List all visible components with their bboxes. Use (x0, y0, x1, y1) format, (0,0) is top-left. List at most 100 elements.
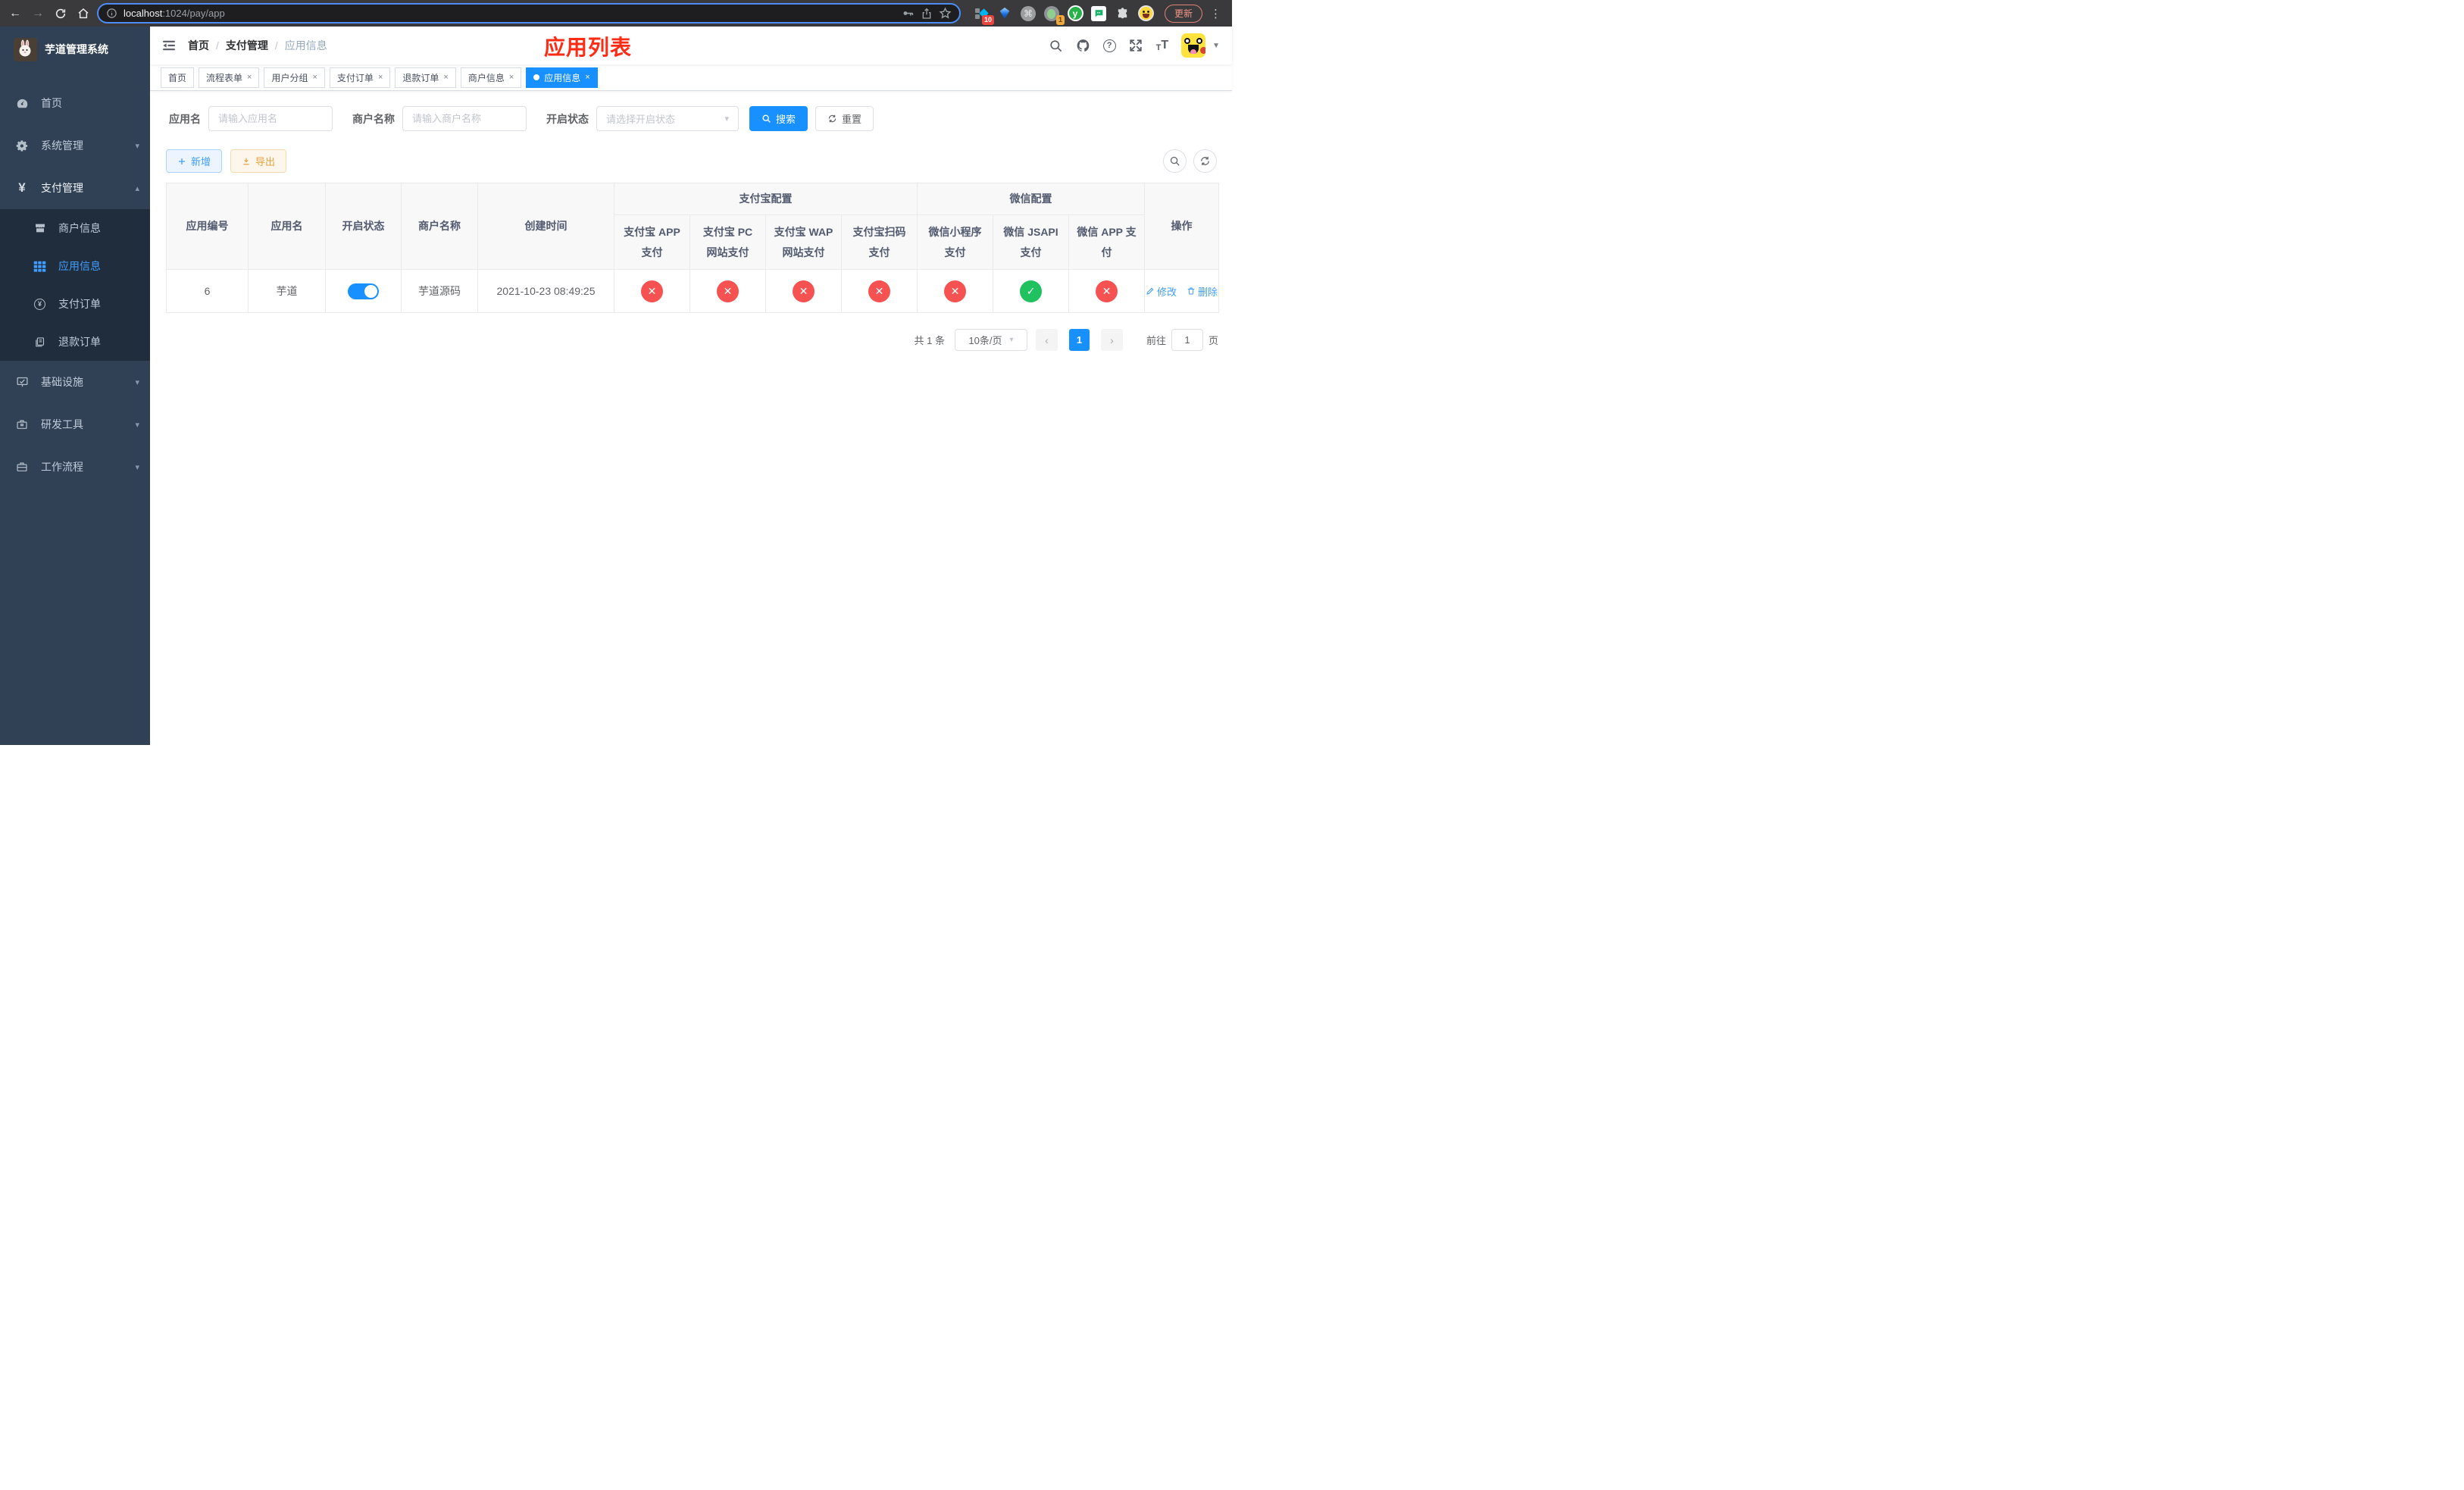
search-button[interactable]: 搜索 (749, 106, 808, 131)
extension-blocks-icon[interactable]: 10 (973, 5, 994, 25)
extension-command-icon[interactable]: ⌘ (1020, 5, 1037, 22)
goto-label: 前往 (1146, 335, 1166, 346)
tab-close-icon[interactable]: × (443, 73, 448, 82)
chevron-down-icon: ▾ (1009, 336, 1014, 344)
profile-emoji-icon[interactable] (1137, 5, 1154, 22)
tab-label: 用户分组 (271, 72, 308, 83)
edit-pen-icon (1146, 286, 1155, 296)
sidebar-item-refund-orders[interactable]: 退款订单 (0, 323, 150, 361)
extension-dot-icon[interactable]: 1 (1043, 5, 1065, 25)
payment-submenu: 商户信息 应用信息 ¥ 支付订单 退款订单 (0, 209, 150, 361)
total-count: 共 1 条 (914, 335, 945, 346)
help-icon[interactable]: ? (1102, 39, 1116, 52)
tab-close-icon[interactable]: × (585, 73, 589, 82)
merchant-name-input[interactable] (402, 106, 527, 131)
avatar-caret-icon[interactable]: ▼ (1212, 42, 1220, 50)
extensions-puzzle-icon[interactable] (1114, 5, 1130, 22)
share-icon[interactable] (921, 8, 933, 20)
next-page-button[interactable]: › (1100, 329, 1123, 351)
page-info-icon[interactable] (106, 8, 117, 19)
extension-gem-icon[interactable] (996, 5, 1013, 22)
tab-pay-orders[interactable]: 支付订单 × (329, 67, 391, 88)
top-navbar: 首页 / 支付管理 / 应用信息 应用列表 ? TT ▼ (150, 27, 1232, 64)
sidebar-item-workflow[interactable]: 工作流程 ▾ (0, 446, 150, 488)
status-select[interactable]: 请选择开启状态 ▾ (596, 106, 739, 131)
browser-back-button[interactable]: ← (6, 5, 24, 23)
sidebar-item-pay-orders[interactable]: ¥ 支付订单 (0, 285, 150, 323)
tab-label: 商户信息 (467, 72, 505, 83)
app-title: 芋道管理系统 (45, 43, 108, 55)
page-size-select[interactable]: 10条/页 ▾ (954, 329, 1027, 351)
extension-chat-icon[interactable] (1090, 5, 1107, 22)
goto-page-input[interactable] (1171, 329, 1203, 351)
sidebar-item-system[interactable]: 系统管理 ▾ (0, 124, 150, 167)
sidebar-item-label: 研发工具 (41, 418, 83, 430)
github-icon[interactable] (1076, 39, 1090, 53)
breadcrumb-home[interactable]: 首页 (188, 38, 209, 53)
yen-icon: ¥ (18, 180, 26, 195)
breadcrumb: 首页 / 支付管理 / 应用信息 (188, 38, 327, 53)
browser-update-button[interactable]: 更新 (1165, 4, 1203, 23)
tab-close-icon[interactable]: × (312, 73, 317, 82)
add-button[interactable]: 新增 (166, 149, 223, 173)
browser-forward-button[interactable]: → (29, 5, 47, 23)
refresh-table-button[interactable] (1193, 149, 1217, 173)
sidebar-item-app-info[interactable]: 应用信息 (0, 247, 150, 285)
sidebar-item-label: 应用信息 (58, 260, 101, 272)
pagination: 共 1 条 10条/页 ▾ ‹ 1 › 前往 页 (166, 329, 1218, 351)
chevron-down-icon: ▾ (724, 114, 729, 124)
app-name-input[interactable] (208, 106, 333, 131)
chevron-down-icon: ▾ (135, 377, 139, 387)
briefcase-icon (15, 461, 29, 473)
sidebar-item-merchant-info[interactable]: 商户信息 (0, 209, 150, 247)
url-text: localhost:1024/pay/app (124, 7, 225, 19)
grid-table-icon (33, 261, 46, 272)
tab-home[interactable]: 首页 (161, 67, 195, 88)
edit-link[interactable]: 修改 (1146, 284, 1177, 299)
breadcrumb-payment[interactable]: 支付管理 (226, 38, 268, 53)
col-header-wechat-app: 微信 APP 支付 (1068, 214, 1146, 270)
dashboard-icon (15, 97, 29, 110)
group-header-wechat: 微信配置 (916, 183, 1146, 215)
sidebar-item-payment[interactable]: ¥ 支付管理 ▴ (0, 167, 150, 209)
fullscreen-icon[interactable] (1129, 39, 1143, 53)
tab-process-form[interactable]: 流程表单 × (199, 67, 260, 88)
col-header-alipay-wap: 支付宝 WAP 网站支付 (765, 214, 842, 270)
tab-close-icon[interactable]: × (247, 73, 252, 82)
tab-merchant-info[interactable]: 商户信息 × (460, 67, 522, 88)
sidebar-item-dev-tools[interactable]: 研发工具 ▾ (0, 403, 150, 446)
tab-close-icon[interactable]: × (378, 73, 383, 82)
extension-yudao-icon[interactable]: y (1067, 5, 1083, 22)
status-toggle[interactable] (348, 283, 379, 299)
sidebar-item-label: 支付订单 (58, 298, 101, 310)
tab-user-group[interactable]: 用户分组 × (264, 67, 325, 88)
tab-app-info[interactable]: 应用信息 × (526, 67, 598, 88)
reset-button[interactable]: 重置 (815, 106, 874, 131)
sidebar-item-home[interactable]: 首页 (0, 82, 150, 124)
export-button[interactable]: 导出 (230, 149, 287, 173)
delete-link[interactable]: 删除 (1187, 284, 1218, 299)
tab-refund-orders[interactable]: 退款订单 × (395, 67, 456, 88)
sidebar-item-label: 支付管理 (41, 182, 83, 194)
password-key-icon[interactable] (902, 7, 915, 20)
sidebar-item-infra[interactable]: 基础设施 ▾ (0, 361, 150, 403)
bookmark-star-icon[interactable] (939, 7, 952, 20)
user-avatar[interactable] (1181, 33, 1206, 58)
sidebar-collapse-icon[interactable] (161, 38, 177, 53)
prev-page-button[interactable]: ‹ (1035, 329, 1058, 351)
status-label: 开启状态 (546, 112, 589, 125)
sidebar-logo[interactable]: 芋道管理系统 (0, 30, 150, 68)
browser-home-button[interactable] (74, 5, 92, 23)
sidebar-item-label: 商户信息 (58, 222, 101, 234)
logo-rabbit-avatar (14, 37, 37, 61)
browser-menu-icon[interactable]: ⋮ (1210, 7, 1221, 20)
show-search-toggle-button[interactable] (1163, 149, 1187, 173)
search-icon[interactable] (1049, 39, 1063, 53)
font-size-icon[interactable]: TT (1156, 39, 1169, 52)
tab-close-icon[interactable]: × (509, 73, 514, 82)
tab-label: 支付订单 (336, 72, 374, 83)
address-bar[interactable]: localhost:1024/pay/app (97, 3, 961, 23)
browser-reload-button[interactable] (52, 5, 70, 23)
page-number-1[interactable]: 1 (1068, 329, 1090, 351)
col-header-alipay-app: 支付宝 APP 支付 (614, 214, 690, 270)
